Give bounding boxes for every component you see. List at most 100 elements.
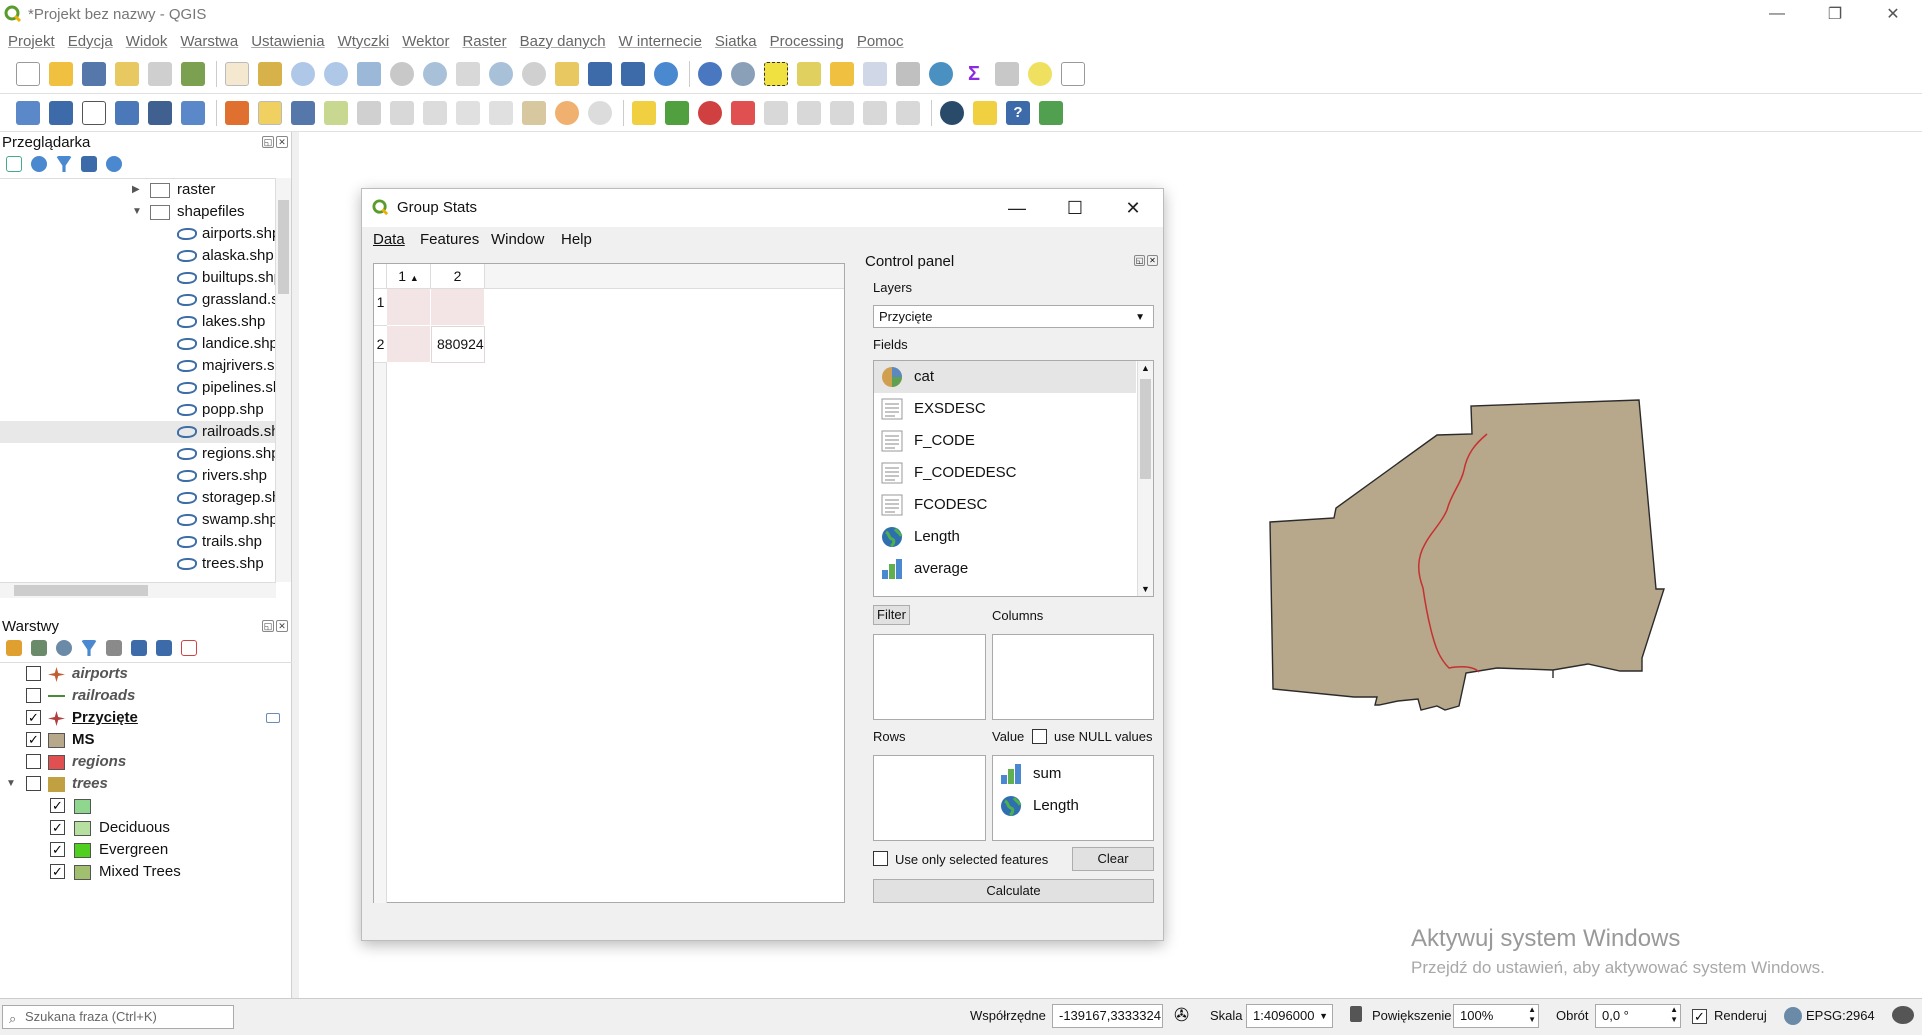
browser-file-item[interactable]: trails.shp [0, 531, 276, 553]
table-cell[interactable] [387, 289, 431, 326]
add-selected-icon[interactable] [6, 156, 22, 172]
browser-file-item[interactable]: rivers.shp [0, 465, 276, 487]
save-edits-icon[interactable] [291, 100, 315, 125]
close-icon[interactable]: ✕ [1147, 255, 1158, 266]
help-icon[interactable]: ? [1006, 100, 1030, 125]
redo-icon[interactable] [588, 100, 612, 125]
collapse-arrow-icon[interactable]: ▼ [6, 773, 16, 795]
open-project-icon[interactable] [49, 61, 73, 86]
locator-search-input[interactable]: ⌕ Szukana fraza (Ctrl+K) [2, 1005, 234, 1029]
diagram-icon[interactable] [665, 100, 689, 125]
float-icon[interactable]: ◱ [1134, 255, 1145, 266]
table-cell[interactable] [387, 326, 431, 363]
browser-folder-item[interactable]: ▶ raster [0, 179, 276, 201]
browser-file-item[interactable]: pipelines.shp [0, 377, 276, 399]
dialog-menu-data[interactable]: Data [373, 231, 405, 248]
collapse-arrow-icon[interactable]: ▼ [132, 201, 142, 223]
show-bookmarks-icon[interactable] [621, 61, 645, 86]
zoom-next-icon[interactable] [522, 61, 546, 86]
copy-features-icon[interactable] [489, 100, 513, 125]
field-item-average[interactable]: average [874, 553, 1136, 585]
messages-icon[interactable] [1892, 1006, 1914, 1024]
layer-row-airports[interactable]: airports [0, 663, 292, 685]
filter-legend-icon[interactable] [81, 640, 97, 656]
browser-file-item[interactable]: grassland.shp [0, 289, 276, 311]
result-table[interactable]: 1 ▲ 2 1 2 880924 [373, 263, 845, 903]
add-feature-icon[interactable] [324, 100, 348, 125]
dialog-minimize-button[interactable]: — [1002, 193, 1032, 223]
dialog-maximize-button[interactable]: ☐ [1060, 193, 1090, 223]
new-virtual-layer-icon[interactable] [148, 100, 172, 125]
lock-icon[interactable] [1350, 1006, 1362, 1022]
row-header[interactable]: 1 [374, 289, 387, 326]
browser-file-item[interactable]: regions.shp [0, 443, 276, 465]
new-geopackage-icon[interactable] [49, 100, 73, 125]
render-checkbox[interactable]: ✓ [1692, 1009, 1707, 1024]
layer-checkbox[interactable] [26, 688, 41, 703]
highlight-labels-icon[interactable] [731, 100, 755, 125]
close-button[interactable]: ✕ [1864, 0, 1922, 28]
browser-file-item[interactable]: trees.shp [0, 553, 276, 575]
float-icon[interactable]: ◱ [262, 136, 274, 148]
browser-file-item[interactable]: majrivers.shp [0, 355, 276, 377]
properties-icon[interactable] [106, 156, 122, 172]
pan-icon[interactable] [225, 61, 249, 86]
legend-class-row[interactable]: ✓ Deciduous [0, 817, 292, 839]
minimize-button[interactable]: — [1748, 0, 1806, 28]
rotation-spinbox[interactable]: 0,0 ° ▲ ▼ [1595, 1004, 1681, 1028]
style-panel-icon[interactable] [6, 640, 22, 656]
new-shapefile-icon[interactable] [82, 100, 106, 125]
crs-label[interactable]: EPSG:2964 [1806, 1008, 1875, 1023]
attribute-table-icon[interactable] [863, 61, 887, 86]
field-item-f-code[interactable]: F_CODE [874, 425, 1136, 457]
manage-themes-icon[interactable] [56, 640, 72, 656]
clear-button[interactable]: Clear [1072, 847, 1154, 871]
modify-attributes-icon[interactable] [390, 100, 414, 125]
filter-icon[interactable] [56, 156, 72, 172]
browser-horizontal-scrollbar[interactable] [0, 582, 276, 598]
browser-file-item[interactable]: alaska.shp [0, 245, 276, 267]
delete-selected-icon[interactable] [423, 100, 447, 125]
legend-class-row[interactable]: ✓ Evergreen [0, 839, 292, 861]
layer-checkbox[interactable] [26, 754, 41, 769]
add-group-icon[interactable] [31, 640, 47, 656]
refresh-icon[interactable] [654, 61, 678, 86]
close-icon[interactable]: ✕ [276, 136, 288, 148]
new-project-icon[interactable] [16, 61, 40, 86]
zoom-selection-icon[interactable] [390, 61, 414, 86]
style-manager-icon[interactable] [181, 61, 205, 86]
remove-layer-icon[interactable] [181, 640, 197, 656]
pin-labels-icon[interactable] [698, 100, 722, 125]
zoom-native-icon[interactable] [456, 61, 480, 86]
menu-ustawienia[interactable]: Ustawienia [251, 33, 324, 50]
filter-expression-icon[interactable] [106, 640, 122, 656]
spinner-icon[interactable]: ▲ ▼ [1528, 1005, 1536, 1025]
pan-to-selection-icon[interactable] [258, 61, 282, 86]
add-vector-icon[interactable] [181, 100, 205, 125]
undo-icon[interactable] [555, 100, 579, 125]
class-checkbox[interactable]: ✓ [50, 798, 65, 813]
identify-icon[interactable] [698, 61, 722, 86]
zoom-out-icon[interactable] [324, 61, 348, 86]
dialog-close-button[interactable]: ✕ [1118, 193, 1148, 223]
menu-wektor[interactable]: Wektor [402, 33, 449, 50]
browser-file-item[interactable]: builtups.shp [0, 267, 276, 289]
layer-row-regions[interactable]: regions [0, 751, 292, 773]
measure-icon[interactable] [995, 61, 1019, 86]
layout-icon[interactable] [115, 61, 139, 86]
browser-file-item[interactable]: railroads.shp [0, 421, 276, 443]
browser-file-item[interactable]: airports.shp [0, 223, 276, 245]
deselect-icon[interactable] [830, 61, 854, 86]
browser-file-item[interactable]: storagep.shp [0, 487, 276, 509]
class-checkbox[interactable]: ✓ [50, 864, 65, 879]
browser-file-item[interactable]: popp.shp [0, 399, 276, 421]
zoom-in-icon[interactable] [291, 61, 315, 86]
new-map-view-icon[interactable] [555, 61, 579, 86]
layer-row-ms[interactable]: ✓ MS [0, 729, 292, 751]
class-checkbox[interactable]: ✓ [50, 820, 65, 835]
browser-folder-item[interactable]: ▼ shapefiles [0, 201, 276, 223]
columns-dropzone[interactable] [992, 634, 1154, 720]
python-console-icon[interactable] [973, 100, 997, 125]
filter-button[interactable]: Filter [873, 605, 910, 625]
zoom-full-icon[interactable] [357, 61, 381, 86]
